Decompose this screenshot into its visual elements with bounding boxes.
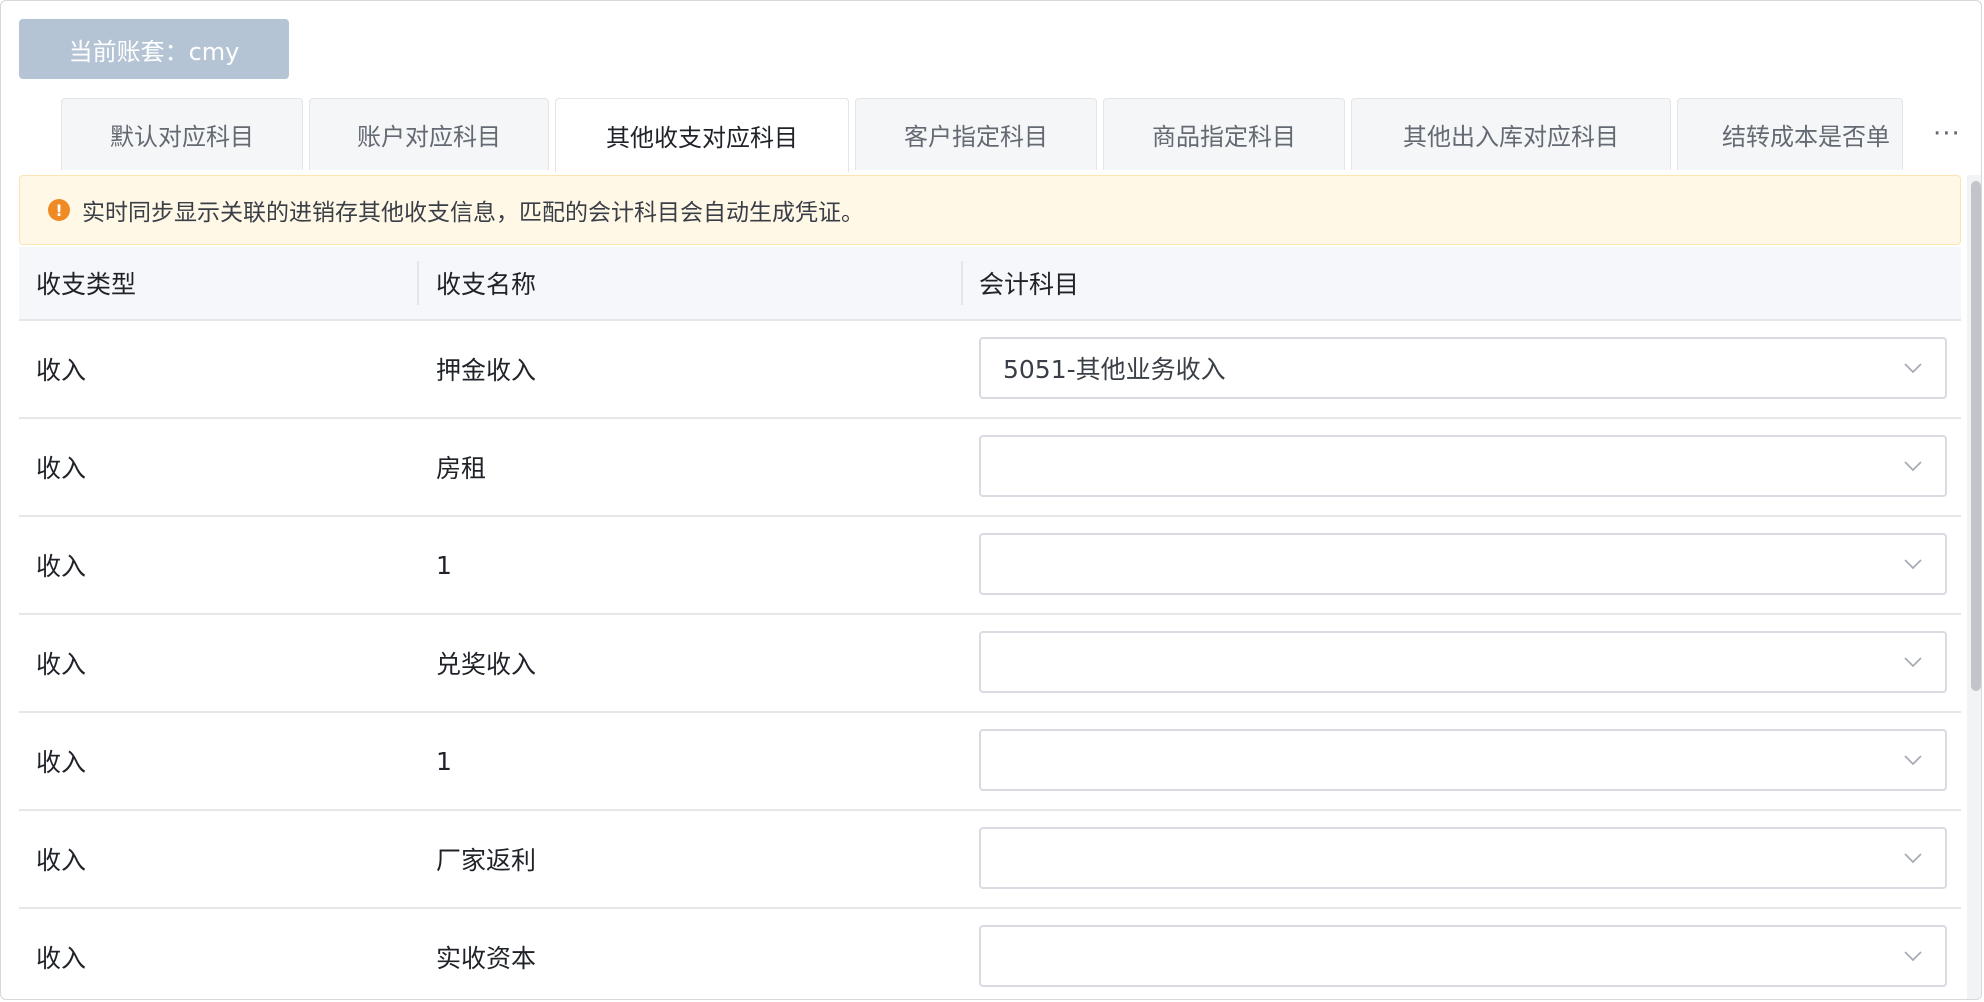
account-select[interactable]: 5051-其他业务收入 bbox=[979, 337, 1947, 399]
more-tabs-button[interactable]: ··· bbox=[1933, 119, 1961, 149]
app-frame: 当前账套：cmy 默认对应科目 账户对应科目 其他收支对应科目 客户指定科目 商… bbox=[0, 0, 1982, 1000]
tab-cost-carryover[interactable]: 结转成本是否单 bbox=[1677, 98, 1903, 170]
cell-name: 房租 bbox=[436, 454, 487, 483]
column-divider[interactable] bbox=[961, 261, 963, 305]
account-select[interactable] bbox=[979, 827, 1947, 889]
column-divider[interactable] bbox=[417, 261, 419, 305]
cell-type: 收入 bbox=[36, 748, 87, 777]
chevron-down-icon bbox=[1904, 853, 1922, 864]
tab-default-accounts[interactable]: 默认对应科目 bbox=[61, 98, 303, 170]
mapping-table: 收支类型 收支名称 会计科目 收入 押金收入 5051-其他业务收入 收入 房租… bbox=[19, 247, 1961, 999]
chevron-down-icon bbox=[1904, 461, 1922, 472]
tab-bar: 默认对应科目 账户对应科目 其他收支对应科目 客户指定科目 商品指定科目 其他出… bbox=[61, 98, 1903, 172]
table-row: 收入 押金收入 5051-其他业务收入 bbox=[19, 321, 1961, 419]
tab-account-mapping[interactable]: 账户对应科目 bbox=[309, 98, 549, 170]
tab-label: 账户对应科目 bbox=[357, 123, 501, 151]
chevron-down-icon bbox=[1904, 755, 1922, 766]
account-select[interactable] bbox=[979, 435, 1947, 497]
chevron-down-icon bbox=[1904, 951, 1922, 962]
account-select[interactable] bbox=[979, 729, 1947, 791]
header-account: 会计科目 bbox=[979, 270, 1080, 299]
current-account-label: 当前账套：cmy bbox=[68, 37, 240, 66]
tab-label: 默认对应科目 bbox=[110, 123, 254, 151]
cell-name: 厂家返利 bbox=[436, 846, 537, 875]
cell-name: 实收资本 bbox=[436, 944, 537, 973]
cell-type: 收入 bbox=[36, 944, 87, 973]
table-header: 收支类型 收支名称 会计科目 bbox=[19, 247, 1961, 321]
tab-label: 其他收支对应科目 bbox=[606, 124, 798, 152]
table-row: 收入 实收资本 bbox=[19, 909, 1961, 999]
tab-label: 客户指定科目 bbox=[904, 123, 1048, 151]
tab-customer-accounts[interactable]: 客户指定科目 bbox=[855, 98, 1097, 170]
current-account-button[interactable]: 当前账套：cmy bbox=[19, 19, 289, 79]
tab-product-accounts[interactable]: 商品指定科目 bbox=[1103, 98, 1345, 170]
table-row: 收入 厂家返利 bbox=[19, 811, 1961, 909]
alert-text: 实时同步显示关联的进销存其他收支信息，匹配的会计科目会自动生成凭证。 bbox=[82, 200, 864, 226]
account-select-value: 5051-其他业务收入 bbox=[1003, 355, 1226, 384]
cell-type: 收入 bbox=[36, 552, 87, 581]
cell-name: 1 bbox=[436, 550, 452, 580]
cell-name: 押金收入 bbox=[436, 356, 537, 385]
cell-name: 兑奖收入 bbox=[436, 650, 537, 679]
tab-label: 商品指定科目 bbox=[1152, 123, 1296, 151]
cell-type: 收入 bbox=[36, 454, 87, 483]
table-row: 收入 兑奖收入 bbox=[19, 615, 1961, 713]
chevron-down-icon bbox=[1904, 559, 1922, 570]
tab-other-income-expense[interactable]: 其他收支对应科目 bbox=[555, 98, 849, 172]
table-row: 收入 1 bbox=[19, 517, 1961, 615]
cell-type: 收入 bbox=[36, 650, 87, 679]
table-row: 收入 房租 bbox=[19, 419, 1961, 517]
account-select[interactable] bbox=[979, 631, 1947, 693]
cell-type: 收入 bbox=[36, 846, 87, 875]
account-select[interactable] bbox=[979, 533, 1947, 595]
cell-type: 收入 bbox=[36, 356, 87, 385]
tab-label: 结转成本是否单 bbox=[1722, 123, 1890, 151]
chevron-down-icon bbox=[1904, 657, 1922, 668]
header-name: 收支名称 bbox=[436, 270, 537, 299]
cell-name: 1 bbox=[436, 746, 452, 776]
table-row: 收入 1 bbox=[19, 713, 1961, 811]
warning-icon: ! bbox=[48, 199, 70, 221]
tab-other-inout-stock[interactable]: 其他出入库对应科目 bbox=[1351, 98, 1671, 170]
account-select[interactable] bbox=[979, 925, 1947, 987]
header-type: 收支类型 bbox=[36, 270, 137, 299]
tab-label: 其他出入库对应科目 bbox=[1403, 123, 1619, 151]
scrollbar-thumb[interactable] bbox=[1971, 181, 1981, 691]
chevron-down-icon bbox=[1904, 363, 1922, 374]
info-alert: ! 实时同步显示关联的进销存其他收支信息，匹配的会计科目会自动生成凭证。 bbox=[19, 175, 1961, 245]
